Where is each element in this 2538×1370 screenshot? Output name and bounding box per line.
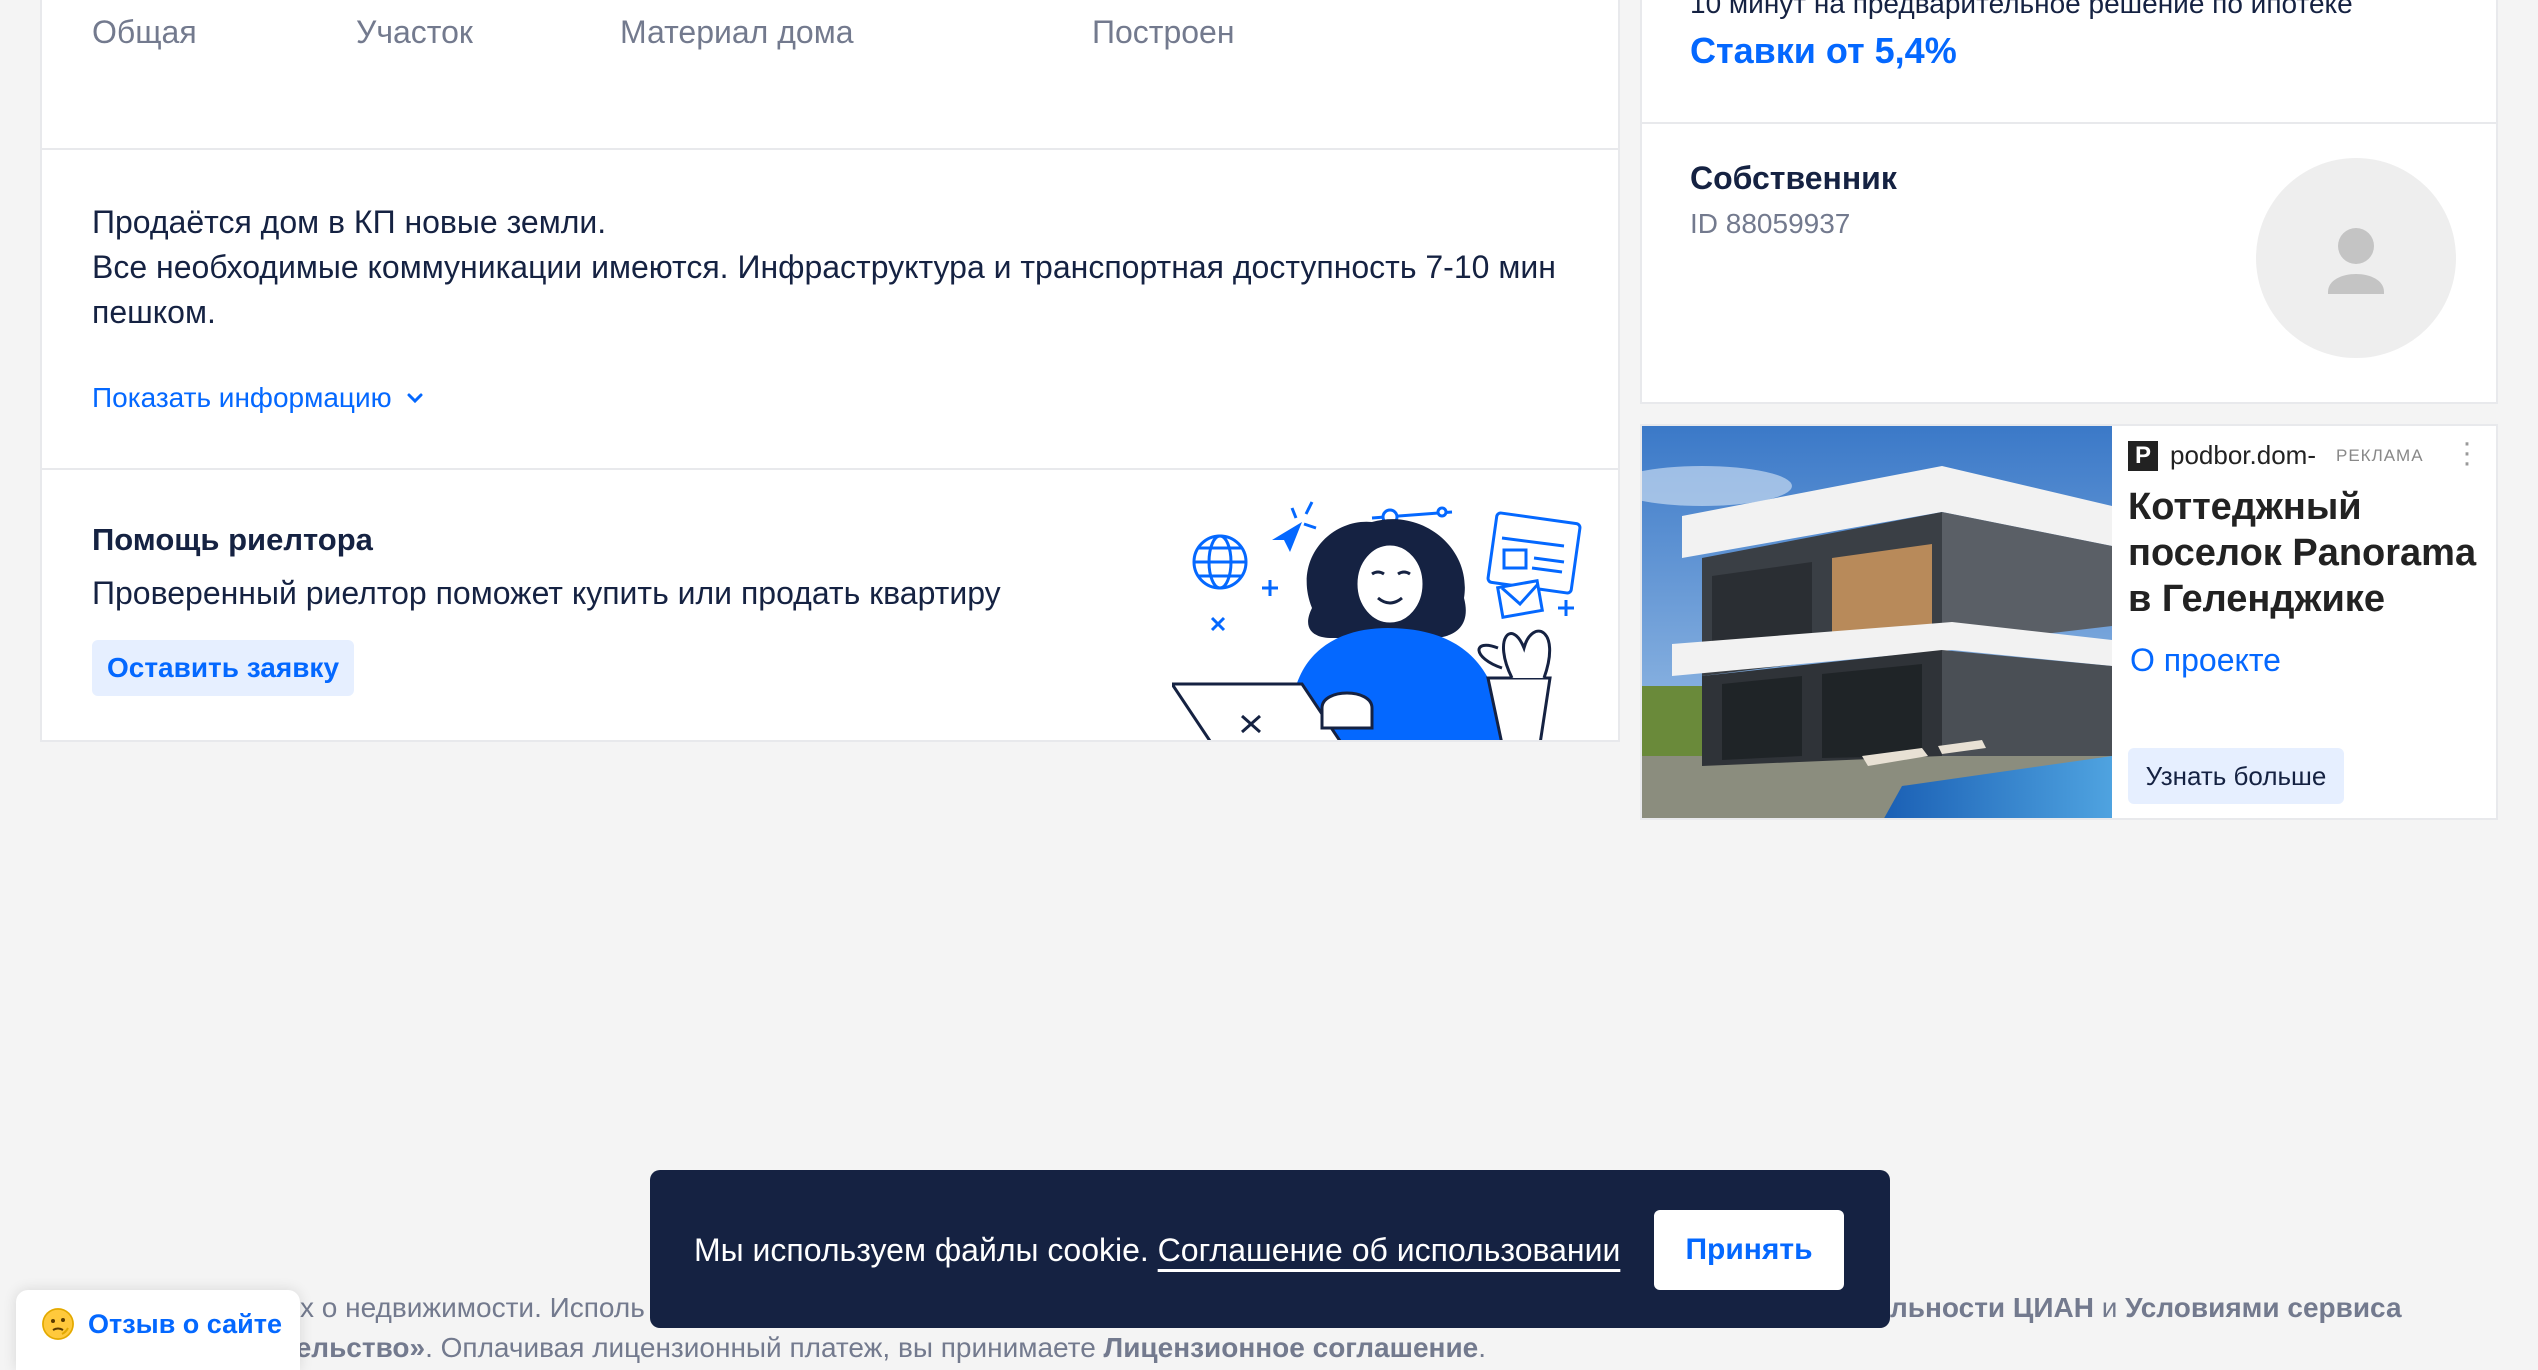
feature-label-built: Построен (1092, 14, 1235, 50)
owner-card: Собственник ID 88059937 (1640, 122, 2498, 404)
cookie-banner: Мы используем файлы cookie. Соглашение о… (650, 1170, 1890, 1328)
realtor-title: Помощь риелтора (92, 522, 373, 557)
avatar (2256, 158, 2456, 358)
feature-label-plot: Участок (356, 14, 473, 50)
description-text: Продаётся дом в КП новые земли. Все необ… (92, 200, 1592, 335)
ad-card[interactable]: P podbor.dom- РЕКЛАМА · · · Коттеджный пос… (1640, 424, 2498, 820)
accept-cookies-button[interactable]: Принять (1654, 1210, 1844, 1290)
feedback-label: Отзыв о сайте (88, 1308, 282, 1339)
description-line: Продаётся дом в КП новые земли. (92, 204, 607, 240)
footer-line2-end: . (1478, 1332, 1487, 1363)
more-options-icon[interactable]: · · · (2462, 428, 2472, 478)
footer-text-line2: тельство». Оплачивая лицензионный платеж… (282, 1332, 1486, 1364)
leave-request-button[interactable]: Оставить заявку (92, 640, 354, 696)
realtor-subtitle: Проверенный риелтор поможет купить или п… (92, 575, 1001, 611)
ad-brand-logo-icon: P (2128, 440, 2158, 471)
mortgage-rate-link[interactable]: Ставки от 5,4% (1690, 30, 1957, 72)
mortgage-subtitle: 10 минут на предварительное решение по и… (1690, 0, 2353, 19)
cookie-text: Мы используем файлы cookie. Соглашение о… (694, 1232, 1620, 1269)
ad-about-link[interactable]: О проекте (2130, 642, 2281, 679)
realtor-illustration (1172, 501, 1582, 740)
owner-title: Собственник (1690, 160, 1897, 196)
ad-domain: podbor.dom- (2170, 440, 2316, 470)
features-card: Общая Участок Материал дома Построен (40, 0, 1620, 150)
ad-title[interactable]: Коттеджный поселок Panorama в Геленджике (2128, 484, 2488, 622)
footer-text-line1-left: х о недвижимости. Исполь (300, 1292, 645, 1323)
description-card: Продаётся дом в КП новые земли. Все необ… (40, 150, 1620, 470)
footer-line2-text: . Оплачивая лицензионный платеж, вы прин… (425, 1332, 1104, 1363)
cookie-agreement-link[interactable]: Соглашение об использовании (1158, 1232, 1621, 1268)
feature-label-total: Общая (92, 14, 197, 50)
description-line: Все необходимые коммуникации имеются. Ин… (92, 249, 1556, 285)
feature-label-material: Материал дома (620, 14, 854, 50)
footer-law-link[interactable]: тельство» (282, 1332, 425, 1363)
ad-house-photo (1642, 426, 2112, 818)
user-placeholder-icon (2328, 228, 2384, 294)
privacy-policy-link[interactable]: льности ЦИАН (1890, 1292, 2094, 1323)
license-agreement-link[interactable]: Лицензионное соглашение (1104, 1332, 1479, 1363)
cookie-message: Мы используем файлы cookie. (694, 1232, 1158, 1268)
owner-id: ID 88059937 (1690, 208, 1851, 239)
ad-learn-more-button[interactable]: Узнать больше (2128, 748, 2344, 804)
show-more-label: Показать информацию (92, 382, 392, 413)
emoji-face-icon (42, 1308, 74, 1340)
footer-conjunction: и (2093, 1292, 2126, 1323)
mortgage-card[interactable]: 10 минут на предварительное решение по и… (1640, 0, 2498, 124)
realtor-help-card: Помощь риелтора Проверенный риелтор помо… (40, 468, 1620, 742)
ad-tag: РЕКЛАМА (2335, 445, 2424, 465)
thinking-emoji-icon (42, 1308, 74, 1340)
description-line: пешком. (92, 294, 216, 330)
show-more-link[interactable]: Показать информацию (92, 382, 424, 414)
footer-text-line1-right: льности ЦИАН и Условиями сервиса (1890, 1292, 2402, 1324)
service-terms-link[interactable]: Условиями сервиса (2125, 1292, 2401, 1323)
feedback-tab[interactable]: Отзыв о сайте (16, 1290, 300, 1370)
ad-brand: P podbor.dom- РЕКЛАМА (2128, 440, 2424, 471)
chevron-down-icon (407, 393, 423, 404)
